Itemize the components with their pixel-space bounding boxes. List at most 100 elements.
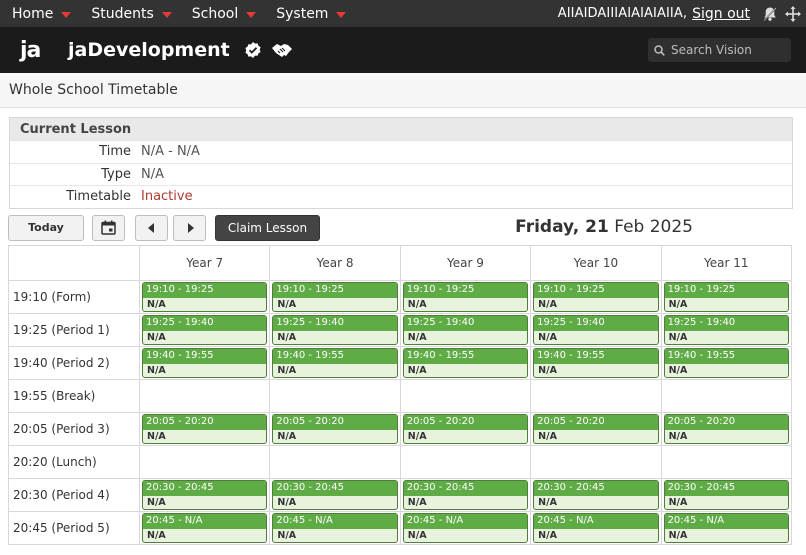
search-placeholder: Search Vision — [671, 43, 752, 57]
today-button[interactable]: Today — [8, 214, 84, 241]
lesson-slot[interactable]: 20:30 - 20:45 N/A — [142, 479, 268, 510]
bell-icon[interactable] — [762, 6, 778, 22]
lesson-slot-detail: N/A — [668, 529, 688, 541]
lesson-slot-detail: N/A — [147, 364, 166, 376]
lesson-slot-time: 20:30 - 20:45 — [403, 480, 528, 496]
lesson-slot-time: 20:05 - 20:20 — [403, 414, 528, 430]
lesson-slot[interactable]: 20:05 - 20:20 N/A — [272, 413, 398, 444]
current-lesson-type-row: Type N/A — [10, 162, 792, 185]
date-day: Friday, 21 — [515, 216, 609, 237]
lesson-slot[interactable]: 20:05 - 20:20 N/A — [402, 413, 529, 444]
lesson-slot-detail: N/A — [668, 430, 688, 442]
timetable-cell: 19:25 - 19:40 N/A — [138, 312, 271, 347]
nav-system[interactable]: System — [276, 6, 347, 22]
nav-students-label: Students — [91, 5, 154, 22]
lesson-slot-time: 19:10 - 19:25 — [143, 282, 267, 298]
period-label: 19:55 (Break) — [8, 378, 140, 413]
timetable-cell — [530, 378, 662, 413]
lesson-slot[interactable]: 20:05 - 20:20 N/A — [663, 413, 789, 444]
lesson-slot[interactable]: 19:25 - 19:40 N/A — [663, 314, 789, 345]
current-lesson-timetable-row: Timetable Inactive — [10, 185, 792, 208]
lesson-slot-time: 20:45 - N/A — [534, 513, 658, 529]
nav-home[interactable]: Home — [12, 5, 72, 22]
lesson-slot-time: 19:40 - 19:55 — [143, 348, 267, 364]
time-label: Time — [99, 144, 131, 160]
lesson-slot[interactable]: 19:25 - 19:40 N/A — [272, 314, 398, 345]
nav-home-label: Home — [12, 5, 54, 22]
nav-school[interactable]: School — [191, 5, 257, 22]
timetable-cell: 20:45 - N/A N/A — [269, 510, 401, 545]
app-logo[interactable]: ja — [20, 38, 48, 63]
timetable-cell: 19:40 - 19:55 N/A — [660, 345, 793, 380]
nav-school-label: School — [191, 5, 239, 22]
table-row: 19:40 (Period 2) 19:40 - 19:55 N/A 19:40 - … — [8, 345, 793, 380]
lesson-slot[interactable]: 19:10 - 19:25 N/A — [533, 281, 659, 312]
timetable-cell: 19:10 - 19:25 N/A — [530, 279, 662, 314]
next-day-button[interactable] — [173, 214, 206, 241]
lesson-slot-time: 20:45 - N/A — [143, 513, 267, 529]
year-header: Year 9 — [399, 244, 532, 281]
lesson-slot[interactable]: 20:30 - 20:45 N/A — [663, 479, 789, 510]
lesson-slot-detail: N/A — [277, 298, 297, 310]
timetable-status: Inactive — [141, 189, 193, 205]
lesson-slot[interactable]: 19:10 - 19:25 N/A — [272, 281, 398, 312]
lesson-slot[interactable]: 19:25 - 19:40 N/A — [402, 314, 529, 345]
timetable-header-row: Year 7 Year 8 Year 9 Year 10 Year 11 — [8, 244, 793, 281]
lesson-slot[interactable]: 20:05 - 20:20 N/A — [533, 413, 659, 444]
lesson-slot[interactable]: 19:40 - 19:55 N/A — [533, 347, 659, 378]
lesson-slot-time: 20:05 - 20:20 — [143, 414, 267, 430]
lesson-slot[interactable]: 19:40 - 19:55 N/A — [402, 347, 529, 378]
previous-day-button[interactable] — [135, 214, 168, 241]
timetable-cell: 20:30 - 20:45 N/A — [660, 477, 793, 512]
lesson-slot-time: 20:05 - 20:20 — [534, 414, 658, 430]
lesson-slot-detail: N/A — [277, 496, 297, 508]
lesson-slot-detail: N/A — [668, 298, 688, 310]
timetable-cell — [399, 378, 532, 413]
lesson-slot-time: 20:30 - 20:45 — [273, 480, 397, 496]
lesson-slot[interactable]: 19:10 - 19:25 N/A — [142, 281, 268, 312]
year-header: Year 11 — [660, 244, 793, 281]
current-lesson-heading: Current Lesson — [10, 118, 792, 140]
timetable-cell: 19:10 - 19:25 N/A — [660, 279, 793, 314]
timetable-cell: 20:05 - 20:20 N/A — [399, 411, 532, 446]
search-input[interactable]: Search Vision — [648, 38, 791, 62]
chevron-down-icon — [61, 11, 72, 18]
lesson-slot-time: 20:30 - 20:45 — [143, 480, 267, 496]
lesson-slot[interactable]: 19:40 - 19:55 N/A — [663, 347, 789, 378]
lesson-slot-detail: N/A — [407, 430, 427, 442]
period-label: 20:05 (Period 3) — [8, 411, 140, 446]
lesson-slot-time: 20:45 - N/A — [403, 513, 528, 529]
lesson-slot[interactable]: 19:10 - 19:25 N/A — [402, 281, 529, 312]
lesson-slot[interactable]: 19:40 - 19:55 N/A — [142, 347, 268, 378]
lesson-slot-detail: N/A — [538, 364, 557, 376]
calendar-button[interactable] — [92, 214, 125, 241]
lesson-slot[interactable]: 20:45 - N/A N/A — [533, 512, 659, 543]
timetable-cell: 20:30 - 20:45 N/A — [399, 477, 532, 512]
lesson-slot[interactable]: 20:45 - N/A N/A — [402, 512, 529, 543]
lesson-slot[interactable]: 19:40 - 19:55 N/A — [272, 347, 398, 378]
lesson-slot-time: 20:05 - 20:20 — [273, 414, 397, 430]
lesson-slot[interactable]: 20:30 - 20:45 N/A — [272, 479, 398, 510]
lesson-slot[interactable]: 19:10 - 19:25 N/A — [663, 281, 789, 312]
lesson-slot[interactable]: 20:45 - N/A N/A — [663, 512, 789, 543]
verified-badge-icon — [244, 41, 262, 59]
timetable-cell: 19:25 - 19:40 N/A — [269, 312, 401, 347]
lesson-slot-time: 20:45 - N/A — [273, 513, 397, 529]
lesson-slot[interactable]: 19:25 - 19:40 N/A — [142, 314, 268, 345]
move-icon[interactable] — [784, 5, 802, 23]
year-header: Year 8 — [269, 244, 401, 281]
claim-lesson-button[interactable]: Claim Lesson — [215, 214, 320, 241]
top-navigation: Home Students School System AIIAIDAIIIAI… — [0, 0, 806, 27]
lesson-slot[interactable]: 20:30 - 20:45 N/A — [402, 479, 529, 510]
nav-students[interactable]: Students — [91, 5, 172, 22]
lesson-slot[interactable]: 20:05 - 20:20 N/A — [142, 413, 268, 444]
lesson-slot[interactable]: 20:45 - N/A N/A — [142, 512, 268, 543]
sign-out-link[interactable]: Sign out — [692, 6, 750, 22]
lesson-slot[interactable]: 19:25 - 19:40 N/A — [533, 314, 659, 345]
lesson-slot[interactable]: 20:30 - 20:45 N/A — [533, 479, 659, 510]
timetable-cell: 19:25 - 19:40 N/A — [660, 312, 793, 347]
table-row: 19:55 (Break) — [8, 378, 793, 413]
timetable-cell — [530, 444, 662, 479]
lesson-slot[interactable]: 20:45 - N/A N/A — [272, 512, 398, 543]
timetable-cell: 20:30 - 20:45 N/A — [269, 477, 401, 512]
